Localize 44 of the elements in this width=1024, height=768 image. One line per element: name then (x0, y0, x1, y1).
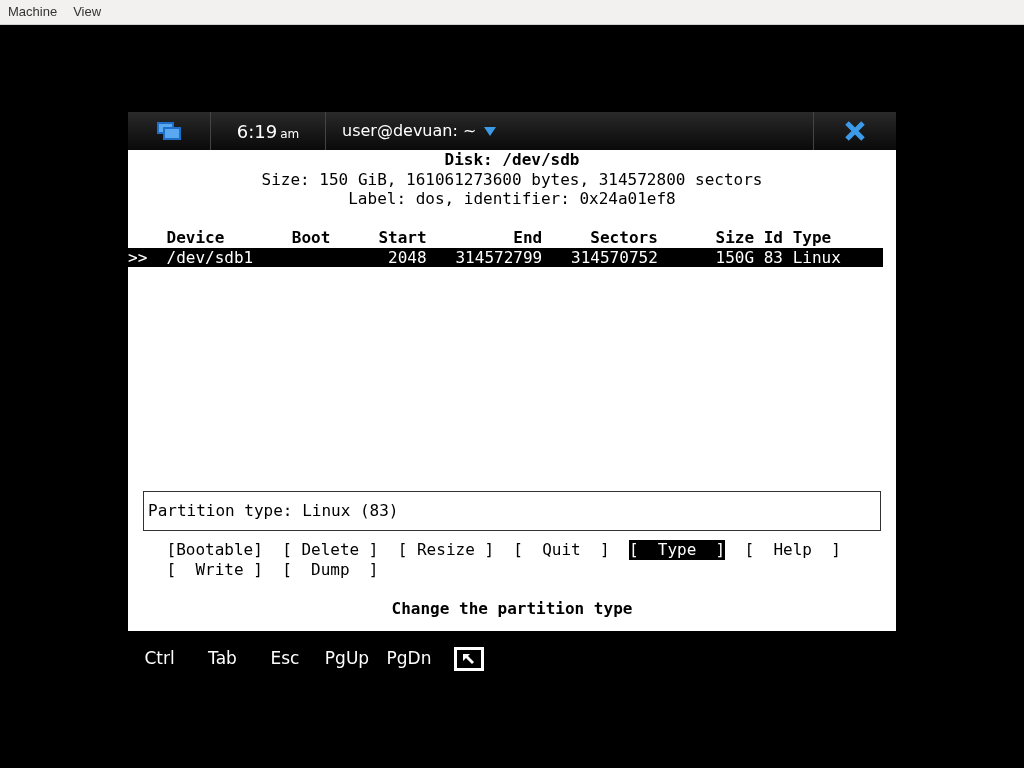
pointer-key-icon[interactable] (454, 646, 484, 671)
key-button[interactable]: PgUp (316, 645, 378, 672)
column-header: Size (714, 228, 755, 248)
menu-action[interactable]: [ Delete ] (282, 540, 379, 560)
menu-action[interactable]: [ Quit ] (513, 540, 610, 560)
status-message: Change the partition type (390, 598, 634, 618)
table-cell-text: 83 (762, 247, 784, 267)
dropdown-caret-icon[interactable] (484, 126, 497, 136)
menu-item[interactable]: Machine (8, 2, 58, 22)
key-button[interactable]: PgDn (378, 645, 440, 672)
menu-action[interactable]: [ Resize ] (397, 540, 495, 560)
column-header: Boot (291, 228, 332, 248)
clock-meridiem: am (280, 125, 300, 143)
menu-action[interactable]: [Bootable] (166, 540, 263, 560)
menu-action[interactable]: [ Dump ] (282, 559, 379, 579)
column-header: Device (166, 228, 226, 248)
windows-icon[interactable] (156, 121, 182, 141)
table-cell-text: 2048 (387, 247, 427, 267)
column-header: End (512, 228, 543, 248)
column-header: Start (377, 228, 427, 248)
menu-item[interactable]: View (73, 2, 102, 22)
table-cell-text: 314572799 (454, 247, 543, 267)
close-icon[interactable] (844, 120, 866, 142)
table-row[interactable]: >> /dev/sdb1 2048 314572799 314570752 150G 83 Linux (128, 247, 884, 267)
partition-type-text: Partition type: Linux (83) (148, 501, 399, 521)
menu-action[interactable]: [ Type ] (628, 540, 726, 560)
key-button[interactable]: Ctrl (128, 645, 191, 672)
key-button[interactable]: Tab (191, 645, 254, 672)
table-cell-text: 314570752 (570, 247, 658, 267)
table-cell-text: Linux (792, 247, 842, 267)
table-cell-text: /dev/sdb1 (166, 247, 255, 267)
disk-info: Label: dos, identifier: 0x24a01ef8 (347, 189, 677, 209)
menu-action[interactable]: [ Help ] (744, 540, 841, 560)
disk-info: Size: 150 GiB, 161061273600 bytes, 314572800 sectors (260, 169, 764, 189)
row-pointer: >> (128, 247, 149, 267)
column-header: Type (792, 228, 833, 248)
column-header: Id (762, 228, 784, 248)
disk-title: Disk: /dev/sdb (443, 150, 581, 170)
window-title[interactable]: user@devuan: ~ (342, 119, 477, 143)
table-cell-text: 150G (714, 247, 755, 267)
column-header: Sectors (589, 228, 658, 248)
menu-action[interactable]: [ Write ] (166, 559, 263, 579)
key-button[interactable]: Esc (254, 645, 316, 672)
clock-time: 6:19 (236, 119, 278, 144)
